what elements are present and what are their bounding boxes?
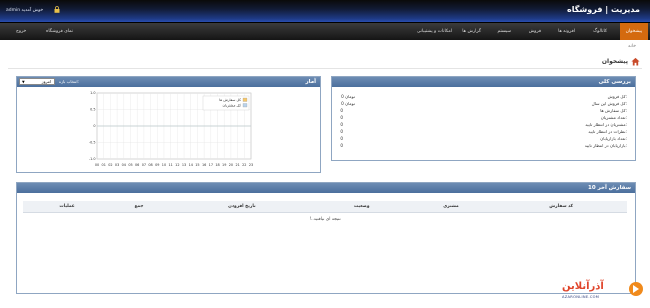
main-nav: پیشخوان کاتالوگ افزونه ها فروش سیستم گزا… [0,22,650,40]
stat-label: نظرات در انتظار تایید: [588,129,627,134]
x-tick-label: 09 [155,163,159,167]
overview-panel: بررسی کلی کل فروش: 0 تومان کل فروش این س… [331,76,636,161]
col-total: جمع [111,201,167,213]
y-tick-label: 0 [93,124,95,128]
x-tick-label: 11 [168,163,172,167]
stat-label: تعداد مشتریان: [600,115,627,120]
y-tick-label: 0.5 [90,108,95,112]
store-front-link[interactable]: نمای فروشگاه [46,23,73,40]
nav-item-sales[interactable]: فروش [529,23,541,40]
overview-panel-title: بررسی کلی [332,77,635,87]
legend-label: کل مشتریان [222,104,241,108]
nav-item-extensions[interactable]: افزونه ها [558,23,575,40]
x-tick-label: 14 [189,163,193,167]
stat-label: کل فروش این سال: [591,101,627,106]
x-tick-label: 18 [215,163,219,167]
stat-value: 0 [340,115,343,120]
x-tick-label: 03 [115,163,119,167]
stat-value: 0 [340,122,343,127]
col-status: وضعیت [316,201,407,213]
legend-swatch [242,97,248,102]
stat-value: 0 [340,136,343,141]
brand-logo: آذرآنلاین AZARONLINE.COM [560,280,646,302]
brand-logo-text: آذرآنلاین [562,281,604,292]
stat-value: 0 [340,143,343,148]
x-tick-label: 19 [222,163,226,167]
app-title: مدیریت | فروشگاه [567,5,640,14]
table-row: نتیجه ای نیافتید..! [23,213,627,226]
range-label: انتخاب بازه: [59,78,79,84]
nav-item-system[interactable]: سیستم [498,23,512,40]
stats-panel: آمار ▼ امروز انتخاب بازه: 00 01 02 03 04 05 06… [16,76,321,173]
x-tick-label: 13 [182,163,186,167]
logout-link[interactable]: خروج [16,23,26,40]
page-title-row: پیشخوان [8,56,642,69]
x-tick-label: 21 [235,163,239,167]
x-tick-label: 07 [142,163,146,167]
col-order-id: کد سفارش [495,201,627,213]
orders-panel-title: 10 سفارش آخر [17,183,635,193]
stat-label: بازاریابان در انتظار تایید: [584,143,627,148]
legend-label: کل سفارش ها [219,98,241,102]
col-date-added: تاریخ افزودن [166,201,317,213]
stat-label: کل فروش: [607,94,627,99]
x-tick-label: 15 [195,163,199,167]
x-tick-label: 05 [128,163,132,167]
x-tick-label: 17 [209,163,213,167]
legend-swatch [242,103,248,108]
lock-icon[interactable] [54,6,60,13]
col-action: عملیات [23,201,112,213]
y-tick-label: -1.0 [89,157,96,161]
nav-item-dashboard[interactable]: پیشخوان [619,23,648,40]
stat-label: تعداد بازاریابان: [600,136,627,141]
nav-item-help[interactable]: امکانات و پشتیبانی [417,23,452,40]
x-tick-label: 16 [202,163,206,167]
range-select-value: امروز [41,78,51,84]
y-tick-label: -0.5 [89,141,96,145]
header-bar: مدیریت | فروشگاه admin خوش آمدید [0,0,650,22]
breadcrumb[interactable]: خانه [628,44,636,49]
x-tick-label: 22 [242,163,246,167]
nav-item-catalog[interactable]: کاتالوگ [593,23,607,40]
empty-result-text: نتیجه ای نیافتید..! [309,216,341,222]
stat-value: 0 تومان [341,94,355,99]
orders-panel: 10 سفارش آخر کد سفارش مشتری وضعیت تاریخ … [16,182,636,294]
stat-label: کل سفارش ها: [600,108,627,113]
x-tick-label: 23 [249,163,253,167]
x-tick-label: 12 [175,163,179,167]
x-tick-label: 02 [108,163,112,167]
stats-chart: 00 01 02 03 04 05 06 07 08 09 10 11 12 13 14 15 16 17 18 19… [89,91,253,167]
stat-value: 0 تومان [341,101,355,106]
range-selector: ▼ امروز انتخاب بازه: [19,77,89,86]
stat-value: 0 [340,108,343,113]
stat-label: مشتریان در انتظار تایید: [585,122,627,127]
welcome-text: admin خوش آمدید [6,8,44,13]
x-tick-label: 08 [148,163,152,167]
nav-item-reports[interactable]: گزارش ها [462,23,481,40]
x-tick-label: 06 [135,163,139,167]
x-tick-label: 10 [162,163,166,167]
table-header-row: کد سفارش مشتری وضعیت تاریخ افزودن جمع عم… [23,201,627,213]
orders-table: کد سفارش مشتری وضعیت تاریخ افزودن جمع عم… [23,201,627,225]
range-select[interactable]: ▼ امروز [19,77,55,85]
brand-logo-subtext: AZARONLINE.COM [562,295,600,299]
x-tick-label: 00 [95,163,99,167]
x-tick-label: 20 [229,163,233,167]
page-title: پیشخوان [601,58,628,65]
home-icon [631,57,640,66]
x-tick-label: 01 [102,163,106,167]
x-tick-label: 04 [122,163,126,167]
col-customer: مشتری [406,201,496,213]
y-tick-label: 1.0 [90,91,95,95]
stat-value: 0 [340,129,343,134]
